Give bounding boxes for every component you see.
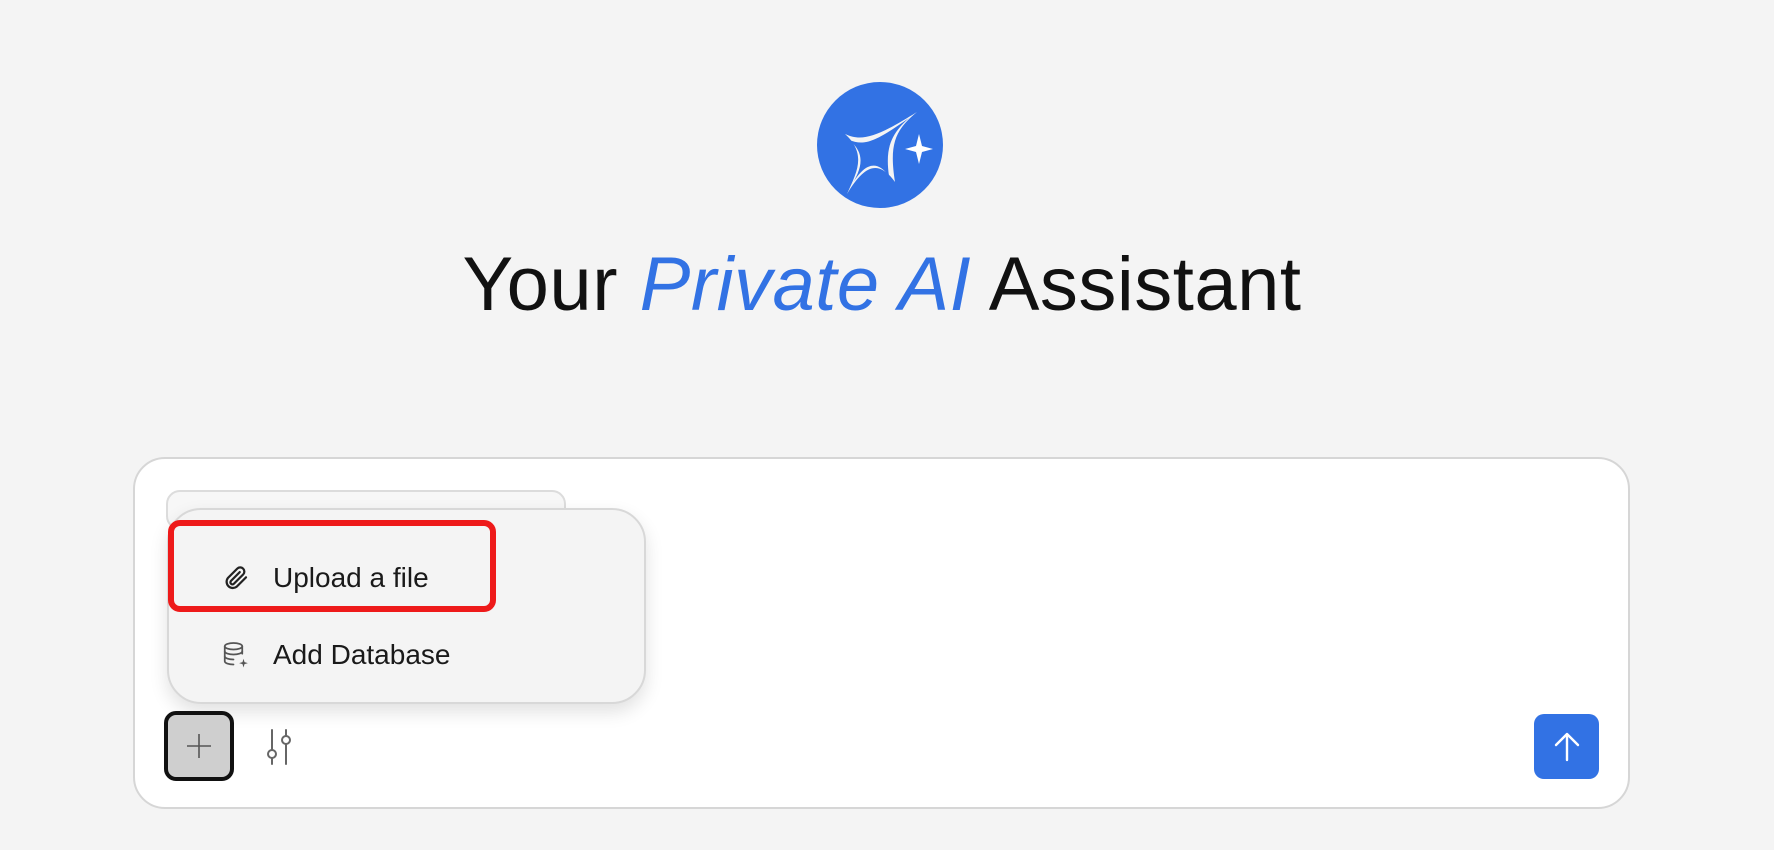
settings-button[interactable]: [262, 726, 296, 768]
logo: [817, 82, 943, 208]
page-title: Your Private AI Assistant: [0, 240, 1764, 330]
attach-button[interactable]: [164, 711, 234, 781]
paperclip-icon: [221, 563, 251, 593]
sparkle-logo-icon: [817, 82, 943, 208]
menu-item-label: Add Database: [273, 639, 451, 670]
send-button[interactable]: [1534, 714, 1599, 779]
title-suffix: Assistant: [971, 242, 1302, 327]
menu-item-add-database[interactable]: Add Database: [169, 625, 644, 685]
attach-menu: Upload a file Add Database: [167, 508, 646, 704]
sliders-icon: [267, 729, 291, 765]
database-add-icon: [221, 640, 251, 670]
title-accent: Private AI: [639, 242, 972, 327]
menu-item-label: Upload a file: [273, 562, 429, 593]
plus-icon: [187, 734, 211, 758]
menu-item-upload-file[interactable]: Upload a file: [169, 548, 644, 608]
page: Your Private AI Assistant Upload a file: [0, 0, 1774, 850]
title-prefix: Your: [462, 242, 640, 327]
arrow-up-icon: [1554, 732, 1579, 761]
